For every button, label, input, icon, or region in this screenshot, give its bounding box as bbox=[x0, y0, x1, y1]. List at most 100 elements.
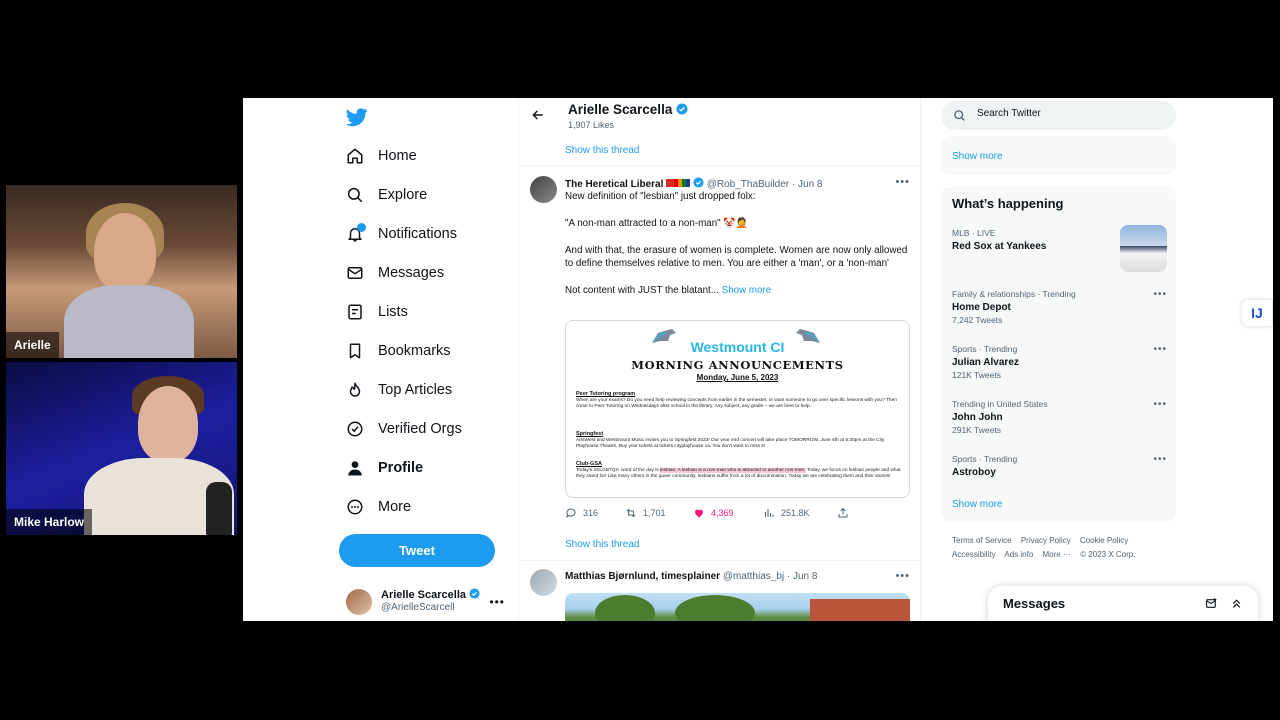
twitter-logo-icon[interactable] bbox=[345, 106, 368, 128]
nav-label: More bbox=[378, 499, 412, 515]
card-section-heading: Peer Tutoring program bbox=[576, 391, 636, 397]
tweet-button[interactable]: Tweet bbox=[339, 534, 495, 567]
new-message-icon[interactable] bbox=[1205, 597, 1218, 610]
trend-count: 291K Tweets bbox=[952, 425, 1001, 435]
browser-extension-icon[interactable]: IJ bbox=[1242, 300, 1272, 326]
copyright: © 2023 X Corp. bbox=[1080, 549, 1136, 559]
tweet-image[interactable]: Westmount CI Morning Announcements Monda… bbox=[565, 320, 910, 498]
account-name: Arielle Scarcella bbox=[381, 588, 480, 601]
show-thread-link[interactable]: Show this thread bbox=[565, 145, 640, 156]
envelope-icon bbox=[347, 267, 363, 279]
nav-messages[interactable]: Messages bbox=[346, 260, 444, 286]
trend-name: John John bbox=[952, 412, 1003, 423]
tweet-text: New definition of "lesbian" just dropped… bbox=[565, 190, 910, 311]
retweet-button[interactable]: 1,701 bbox=[625, 507, 666, 519]
card-date: Monday, June 5, 2023 bbox=[696, 373, 779, 382]
footer-link[interactable]: Terms of Service bbox=[952, 536, 1012, 545]
trend-count: 7,242 Tweets bbox=[952, 315, 1003, 325]
expand-chevrons-icon[interactable] bbox=[1230, 597, 1243, 610]
views-chart-icon bbox=[765, 509, 774, 517]
tweet-image[interactable] bbox=[565, 593, 910, 621]
account-switcher[interactable]: Arielle Scarcella @ArielleScarcell ••• bbox=[346, 587, 511, 617]
avatar bbox=[346, 589, 372, 615]
tweet-paragraph: New definition of "lesbian" just dropped… bbox=[565, 191, 756, 202]
card-heading: Morning Announcements bbox=[631, 358, 844, 372]
person-body bbox=[64, 285, 194, 358]
footer-link[interactable]: Privacy Policy bbox=[1021, 536, 1071, 545]
flame-icon bbox=[349, 382, 361, 397]
tweet-paragraph: "A non-man attracted to a non-man" 🤡🤦 bbox=[565, 217, 748, 229]
trend-item[interactable]: MLB · LIVE Red Sox at Yankees bbox=[952, 225, 1167, 272]
tweet-handle[interactable]: @matthias_bj bbox=[723, 571, 784, 582]
nav-label: Top Articles bbox=[378, 382, 453, 398]
share-icon bbox=[838, 507, 848, 518]
nav-profile[interactable]: Profile bbox=[346, 455, 423, 481]
trend-more-icon[interactable]: ••• bbox=[1153, 289, 1167, 300]
footer-link[interactable]: Cookie Policy bbox=[1080, 536, 1128, 545]
nav-label: Explore bbox=[378, 187, 428, 203]
tweet-author: The Heretical Liberal bbox=[565, 179, 664, 190]
footer-link[interactable]: Ads info bbox=[1004, 550, 1033, 559]
trend-more-icon[interactable]: ••• bbox=[1153, 344, 1167, 355]
nav-bookmarks[interactable]: Bookmarks bbox=[346, 338, 451, 364]
footer-link[interactable]: Accessibility bbox=[952, 550, 996, 559]
reply-count: 316 bbox=[583, 508, 599, 518]
reply-icon bbox=[566, 508, 576, 519]
nav-explore[interactable]: Explore bbox=[346, 182, 427, 208]
tweet-date[interactable]: Jun 8 bbox=[798, 179, 822, 190]
search-icon bbox=[954, 110, 965, 121]
tweet-meta: Matthias Bjørnlund, timesplainer @matthi… bbox=[565, 571, 818, 582]
search-box[interactable] bbox=[941, 101, 1176, 130]
reply-button[interactable]: 316 bbox=[565, 507, 598, 519]
nav-label: Notifications bbox=[378, 226, 457, 242]
messages-drawer[interactable]: Messages bbox=[988, 586, 1258, 621]
trend-item[interactable]: Sports · Trending Astroboy ••• bbox=[952, 454, 1167, 478]
tweet-date[interactable]: Jun 8 bbox=[793, 571, 817, 582]
search-input[interactable] bbox=[977, 108, 1167, 119]
trend-more-icon[interactable]: ••• bbox=[1153, 454, 1167, 465]
nav-top-articles[interactable]: Top Articles bbox=[346, 377, 452, 403]
webcam-mike: Mike Harlow bbox=[6, 362, 237, 535]
tree-shape bbox=[595, 595, 655, 621]
like-button[interactable]: 4,369 bbox=[693, 507, 734, 519]
tweet-handle[interactable]: @Rob_ThaBuilder bbox=[707, 179, 789, 190]
trend-item[interactable]: Family & relationships · Trending Home D… bbox=[952, 289, 1167, 325]
trend-more-icon[interactable]: ••• bbox=[1153, 399, 1167, 410]
webcam-arielle: Arielle bbox=[6, 185, 237, 358]
trend-count: 121K Tweets bbox=[952, 370, 1001, 380]
views-button[interactable]: 251.8K bbox=[763, 507, 810, 519]
tweet-more-icon[interactable]: ••• bbox=[895, 176, 910, 188]
nav-verified-orgs[interactable]: Verified Orgs bbox=[346, 416, 462, 442]
right-sidebar: Show more What’s happening MLB · LIVE Re… bbox=[941, 98, 1177, 621]
tweet-meta: The Heretical Liberal @Rob_ThaBuilder · … bbox=[565, 177, 823, 190]
tweet-actions: 316 1,701 4,369 251.8K bbox=[565, 507, 910, 521]
avatar bbox=[530, 176, 557, 203]
likes-count: 1,907 Likes bbox=[568, 120, 615, 130]
home-icon bbox=[347, 148, 363, 164]
trend-thumbnail bbox=[1120, 225, 1167, 272]
nav-home[interactable]: Home bbox=[346, 143, 417, 169]
back-arrow-icon[interactable] bbox=[531, 108, 545, 125]
card-school-title: Westmount CI bbox=[690, 339, 785, 355]
trend-name: Home Depot bbox=[952, 302, 1011, 313]
tweet-more-icon[interactable]: ••• bbox=[895, 570, 910, 582]
webcam-name-label: Arielle bbox=[6, 332, 59, 358]
nav-lists[interactable]: Lists bbox=[346, 299, 408, 325]
webcam-name-label: Mike Harlow bbox=[6, 509, 93, 535]
show-thread-link[interactable]: Show this thread bbox=[565, 539, 640, 550]
more-dots-icon[interactable]: ••• bbox=[489, 595, 505, 609]
nav-more[interactable]: More bbox=[346, 494, 411, 520]
show-more-link[interactable]: Show more bbox=[952, 499, 1003, 510]
tweet-paragraph: And with that, the erasure of women is c… bbox=[565, 244, 908, 269]
footer-link[interactable]: More ··· bbox=[1043, 550, 1071, 559]
tree-shape bbox=[675, 595, 755, 621]
share-button[interactable] bbox=[837, 507, 849, 519]
show-more-link[interactable]: Show more bbox=[722, 285, 772, 296]
nav-notifications[interactable]: Notifications bbox=[346, 221, 457, 247]
trend-item[interactable]: Sports · Trending Julian Alvarez 121K Tw… bbox=[952, 344, 1167, 380]
heart-filled-icon bbox=[694, 509, 704, 518]
list-icon bbox=[348, 304, 362, 320]
show-more-link[interactable]: Show more bbox=[952, 151, 1003, 162]
verified-icon bbox=[347, 421, 363, 437]
trend-item[interactable]: Trending in United States John John 291K… bbox=[952, 399, 1167, 435]
